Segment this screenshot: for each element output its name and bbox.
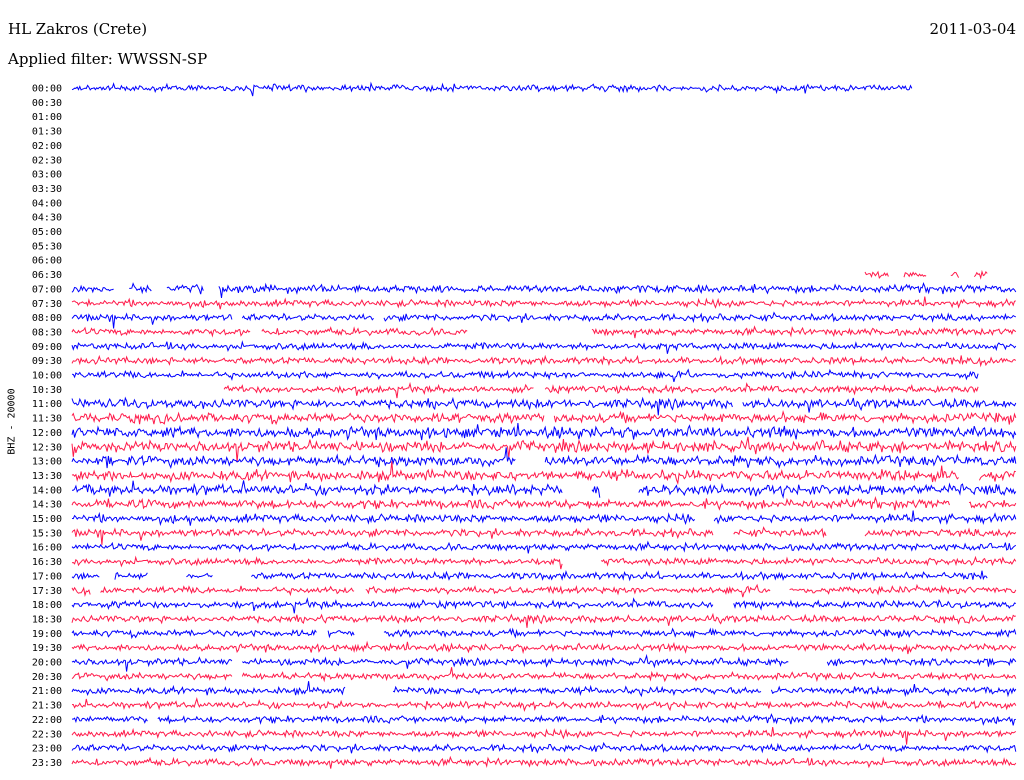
time-tick-label: 03:00 [32, 170, 62, 181]
time-tick-label: 13:30 [32, 471, 62, 482]
time-tick-label: 10:00 [32, 371, 62, 382]
seismic-traces [71, 81, 1017, 769]
time-tick-label: 03:30 [32, 184, 62, 195]
time-tick-label: 20:00 [32, 658, 62, 669]
time-tick-label: 15:30 [32, 528, 62, 539]
trace-line [71, 555, 1017, 570]
time-tick-label: 10:30 [32, 385, 62, 396]
time-tick-label: 17:00 [32, 571, 62, 582]
time-tick-label: 02:30 [32, 155, 62, 166]
helicorder-plot: 00:00 00:30 01:00 01:30 02:00 02:30 03:00 03:30… [32, 81, 1017, 769]
time-tick-label: 08:30 [32, 327, 62, 338]
trace-line [71, 496, 1017, 511]
trace-line [71, 667, 1017, 683]
time-tick-label: 18:30 [32, 614, 62, 625]
time-tick-label: 01:30 [32, 127, 62, 138]
trace-line [71, 569, 988, 582]
trace-line [71, 311, 1017, 329]
trace-line [223, 381, 979, 399]
trace-line [71, 296, 1016, 310]
time-tick-label: 22:30 [32, 729, 62, 740]
trace-line [71, 741, 1017, 754]
time-tick-label: 01:00 [32, 112, 62, 123]
time-tick-label: 14:00 [32, 485, 62, 496]
trace-line [71, 653, 1017, 672]
time-tick-label: 09:00 [32, 342, 62, 353]
time-tick-label: 00:00 [32, 84, 62, 95]
time-tick-label: 07:30 [32, 299, 62, 310]
trace-line [71, 727, 1017, 745]
time-tick-label: 07:00 [32, 284, 62, 295]
time-tick-label: 20:30 [32, 672, 62, 683]
time-tick-label: 12:30 [32, 442, 62, 453]
trace-line [71, 396, 1017, 416]
time-tick-label: 09:30 [32, 356, 62, 367]
trace-line [72, 480, 1017, 499]
time-tick-label: 06:30 [32, 270, 62, 281]
time-tick-label: 16:30 [32, 557, 62, 568]
time-tick-label: 00:30 [32, 98, 62, 109]
time-tick-label: 14:30 [32, 500, 62, 511]
time-tick-label: 23:00 [32, 744, 62, 755]
trace-line [71, 627, 1017, 640]
time-tick-label: 21:00 [32, 686, 62, 697]
time-tick-label: 05:00 [32, 227, 62, 238]
time-tick-label: 15:00 [32, 514, 62, 525]
trace-line [71, 681, 1017, 698]
time-tick-label: 08:00 [32, 313, 62, 324]
time-tick-label: 06:00 [32, 256, 62, 267]
time-tick-label: 02:00 [32, 141, 62, 152]
time-tick-label: 17:30 [32, 586, 62, 597]
trace-line [864, 269, 988, 280]
trace-line [71, 583, 1017, 598]
trace-line [71, 697, 1017, 712]
trace-line [71, 540, 1017, 554]
time-tick-label: 12:00 [32, 428, 62, 439]
trace-line [71, 410, 1017, 426]
trace-line [71, 755, 1017, 769]
time-tick-label: 22:00 [32, 715, 62, 726]
trace-line [71, 510, 1017, 527]
time-tick-label: 21:30 [32, 701, 62, 712]
trace-line [72, 713, 1016, 726]
trace-line [71, 526, 1017, 545]
time-tick-label: 05:30 [32, 241, 62, 252]
time-tick-label: 23:30 [32, 758, 62, 769]
time-tick-label: 19:30 [32, 643, 62, 654]
time-tick-labels: 00:00 00:30 01:00 01:30 02:00 02:30 03:00 03:30… [32, 84, 62, 769]
trace-line [71, 282, 1017, 298]
time-tick-label: 16:00 [32, 543, 62, 554]
time-tick-label: 11:00 [32, 399, 62, 410]
time-tick-label: 19:00 [32, 629, 62, 640]
trace-line [71, 461, 1016, 486]
trace-line [71, 325, 1017, 339]
trace-line [71, 340, 1017, 354]
time-tick-label: 13:00 [32, 457, 62, 468]
time-tick-label: 04:30 [32, 213, 62, 224]
time-tick-label: 04:00 [32, 198, 62, 209]
trace-line [71, 597, 1016, 614]
trace-line [71, 368, 979, 383]
trace-line [71, 354, 1017, 368]
trace-line [71, 640, 1017, 655]
trace-line [71, 612, 1016, 628]
trace-line [71, 423, 1017, 441]
trace-line [71, 81, 913, 97]
time-tick-label: 11:30 [32, 414, 62, 425]
time-tick-label: 18:00 [32, 600, 62, 611]
